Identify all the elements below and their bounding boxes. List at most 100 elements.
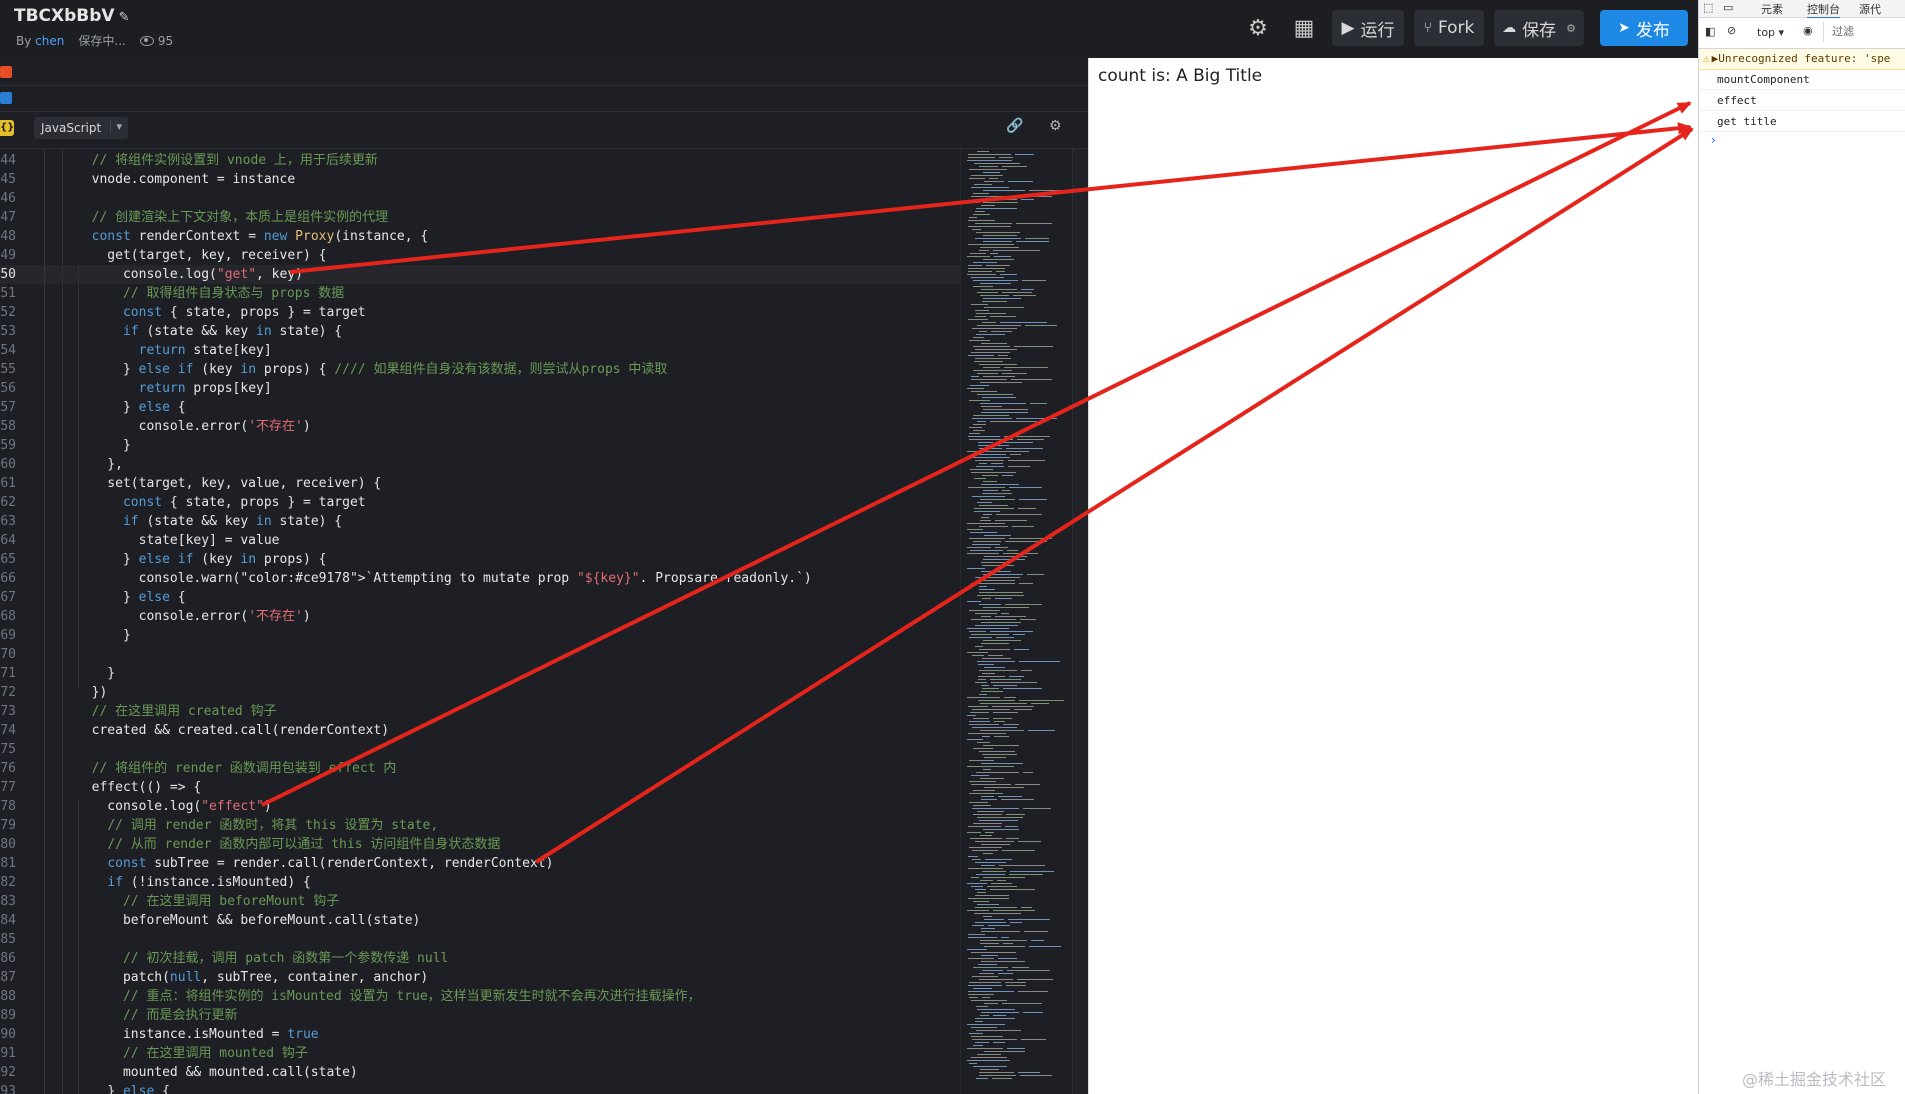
code-line[interactable]: 61 set(target, key, value, receiver) { <box>0 474 960 493</box>
code-line[interactable]: 64 state[key] = value <box>0 531 960 550</box>
settings-button[interactable]: ⚙ <box>1240 10 1276 46</box>
code-minimap[interactable] <box>960 149 1073 1094</box>
code-line[interactable]: 54 return state[key] <box>0 341 960 360</box>
publish-button[interactable]: ➤ 发布 <box>1600 10 1688 46</box>
tab-console[interactable]: 控制台 <box>1807 1 1840 19</box>
language-select[interactable]: JavaScript ▾ <box>34 117 128 139</box>
code-line[interactable]: 80 // 从而 render 函数内部可以通过 this 访问组件自身状态数据 <box>0 835 960 854</box>
code-line[interactable]: 73 // 在这里调用 created 钩子 <box>0 702 960 721</box>
code-line[interactable]: 75 <box>0 740 960 759</box>
code-line[interactable]: 59 } <box>0 436 960 455</box>
layout-grid-icon: ▦ <box>1293 15 1315 41</box>
minimap-line <box>981 484 1019 485</box>
code-text: // 将组件的 render 函数调用包装到 effect 内 <box>91 761 397 776</box>
code-line[interactable]: 48 const renderContext = new Proxy(insta… <box>0 227 960 246</box>
code-line[interactable]: 65 } else if (key in props) { <box>0 550 960 569</box>
code-line[interactable]: 81 const subTree = render.call(renderCon… <box>0 854 960 873</box>
code-line[interactable]: 66 console.warn("color:#ce9178">`Attempt… <box>0 569 960 588</box>
code-line[interactable]: 92 mounted && mounted.call(state) <box>0 1063 960 1082</box>
minimap-line <box>991 463 1003 464</box>
minimap-line <box>969 400 990 401</box>
editor-scrollbar[interactable] <box>1072 149 1087 1094</box>
filter-input[interactable]: 过滤 <box>1823 22 1905 42</box>
clear-console-icon[interactable]: ⊘ <box>1727 24 1736 37</box>
save-button[interactable]: ☁ 保存 ⚙ <box>1494 10 1584 46</box>
code-line[interactable]: 46 <box>0 189 960 208</box>
code-line[interactable]: 87 patch(null, subTree, container, ancho… <box>0 968 960 987</box>
html-file-icon[interactable] <box>0 66 12 78</box>
minimap-line <box>968 154 1011 155</box>
inspect-icon[interactable]: ⬚ <box>1703 1 1713 14</box>
minimap-line <box>969 217 977 218</box>
code-line[interactable]: 50 console.log("get", key) <box>0 265 960 284</box>
pencil-icon[interactable]: ✎ <box>119 10 130 25</box>
minimap-line <box>967 697 1000 698</box>
code-line[interactable]: 57 } else { <box>0 398 960 417</box>
minimap-line <box>1003 553 1038 554</box>
layout-button[interactable]: ▦ <box>1286 10 1322 46</box>
code-line[interactable]: 56 return props[key] <box>0 379 960 398</box>
sidebar-toggle-icon[interactable]: ◧ <box>1705 25 1715 38</box>
code-line[interactable]: 86 // 初次挂载，调用 patch 函数第一个参数传递 null <box>0 949 960 968</box>
minimap-line <box>1014 346 1053 347</box>
code-line[interactable]: 93 } else { <box>0 1082 960 1094</box>
run-button[interactable]: ▶ 运行 <box>1332 10 1404 46</box>
code-line[interactable]: 70 <box>0 645 960 664</box>
code-line[interactable]: 79 // 调用 render 函数时，将其 this 设置为 state, <box>0 816 960 835</box>
code-line[interactable]: 51 // 取得组件自身状态与 props 数据 <box>0 284 960 303</box>
project-title[interactable]: TBCXbBbV ✎ <box>14 6 130 26</box>
css-file-icon[interactable] <box>0 92 12 104</box>
minimap-line <box>971 277 1004 278</box>
minimap-line <box>1007 1048 1025 1049</box>
eye-icon[interactable]: ◉ <box>1803 24 1813 37</box>
minimap-line <box>1011 379 1052 380</box>
tab-sources[interactable]: 源代 <box>1859 1 1881 17</box>
code-line[interactable]: 58 console.error('不存在') <box>0 417 960 436</box>
fork-button[interactable]: ⑂ Fork <box>1414 10 1484 46</box>
code-line[interactable]: 69 } <box>0 626 960 645</box>
link-icon[interactable]: 🔗 <box>1006 118 1023 134</box>
context-select[interactable]: top ▾ <box>1757 26 1784 39</box>
code-line[interactable]: 68 console.error('不存在') <box>0 607 960 626</box>
code-line[interactable]: 76 // 将组件的 render 函数调用包装到 effect 内 <box>0 759 960 778</box>
device-icon[interactable]: ▭ <box>1723 1 1733 14</box>
code-line[interactable]: 82 if (!instance.isMounted) { <box>0 873 960 892</box>
code-line[interactable]: 49 get(target, key, receiver) { <box>0 246 960 265</box>
code-line[interactable]: 90 instance.isMounted = true <box>0 1025 960 1044</box>
code-line[interactable]: 88 // 重点：将组件实例的 isMounted 设置为 true，这样当更新… <box>0 987 960 1006</box>
code-line[interactable]: 47 // 创建渲染上下文对象，本质上是组件实例的代理 <box>0 208 960 227</box>
tab-elements[interactable]: 元素 <box>1761 1 1783 17</box>
minimap-line <box>979 592 1023 593</box>
code-line[interactable]: 67 } else { <box>0 588 960 607</box>
code-line[interactable]: 89 // 而是会执行更新 <box>0 1006 960 1025</box>
code-line[interactable]: 74 created && created.call(renderContext… <box>0 721 960 740</box>
minimap-line <box>1005 826 1018 827</box>
code-line[interactable]: 72 }) <box>0 683 960 702</box>
code-line[interactable]: 45 vnode.component = instance <box>0 170 960 189</box>
code-line[interactable]: 55 } else if (key in props) { //// 如果组件自… <box>0 360 960 379</box>
code-editor[interactable]: 44 // 将组件实例设置到 vnode 上，用于后续更新 45 vnode.co… <box>0 149 960 1094</box>
code-line[interactable]: 77 effect(() => { <box>0 778 960 797</box>
js-file-icon[interactable]: {} <box>0 120 14 136</box>
code-line[interactable]: 83 // 在这里调用 beforeMount 钩子 <box>0 892 960 911</box>
code-text: const subTree = render.call(renderContex… <box>107 856 554 871</box>
minimap-line <box>977 595 1024 596</box>
code-line[interactable]: 52 const { state, props } = target <box>0 303 960 322</box>
minimap-line <box>983 409 1028 410</box>
code-line[interactable]: 53 if (state && key in state) { <box>0 322 960 341</box>
save-options-icon[interactable]: ⚙ <box>1566 22 1576 35</box>
minimap-line <box>977 817 1023 818</box>
code-line[interactable]: 63 if (state && key in state) { <box>0 512 960 531</box>
editor-settings-icon[interactable]: ⚙ <box>1049 118 1062 134</box>
code-line[interactable]: 91 // 在这里调用 mounted 钩子 <box>0 1044 960 1063</box>
code-line[interactable]: 85 <box>0 930 960 949</box>
code-line[interactable]: 62 const { state, props } = target <box>0 493 960 512</box>
author-link[interactable]: chen <box>35 34 64 48</box>
console-warning[interactable]: ⚠ ▶Unrecognized feature: 'spe <box>1699 49 1905 70</box>
code-line[interactable]: 71 } <box>0 664 960 683</box>
console-prompt[interactable]: › <box>1711 133 1716 147</box>
code-line[interactable]: 60 }, <box>0 455 960 474</box>
code-line[interactable]: 84 beforeMount && beforeMount.call(state… <box>0 911 960 930</box>
code-line[interactable]: 78 console.log("effect") <box>0 797 960 816</box>
code-line[interactable]: 44 // 将组件实例设置到 vnode 上，用于后续更新 <box>0 151 960 170</box>
